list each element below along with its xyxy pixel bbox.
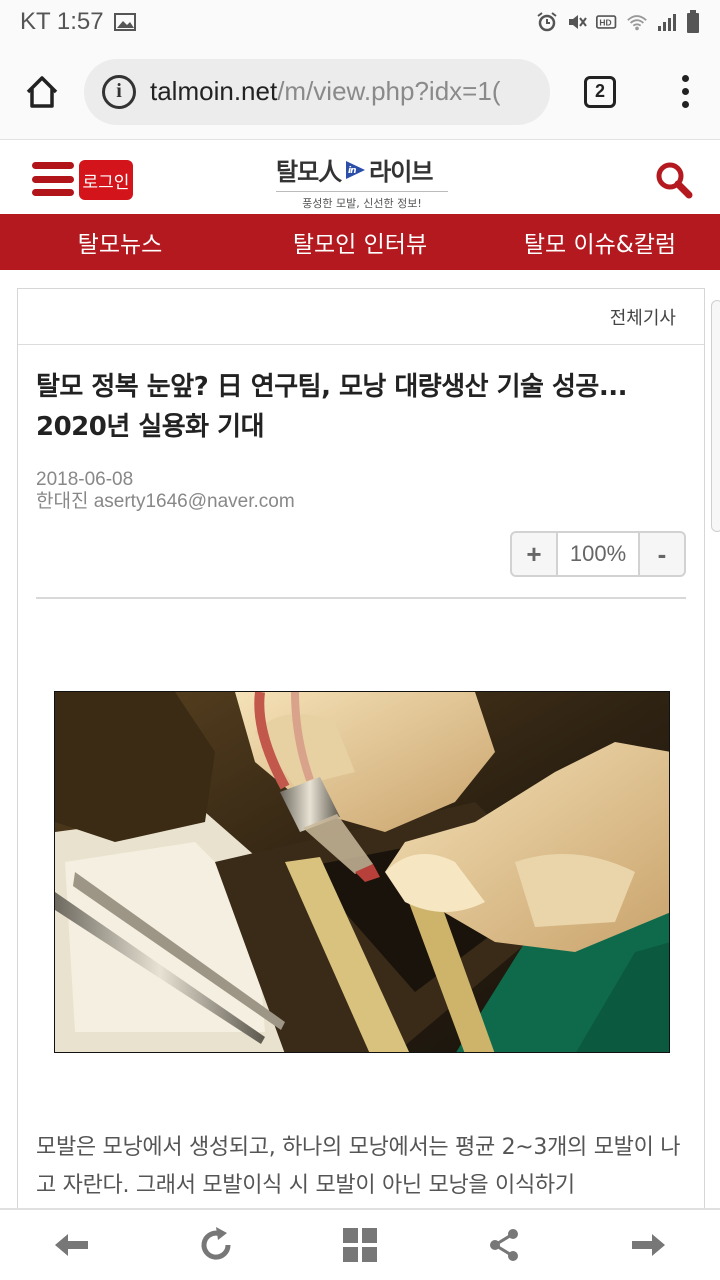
search-icon[interactable] <box>654 160 694 200</box>
address-bar[interactable]: i talmoin.net/m/view.php?idx=1( <box>84 58 550 125</box>
divider <box>36 597 686 599</box>
dot-icon <box>681 101 689 108</box>
tab-switcher-button[interactable]: 2 <box>550 44 650 140</box>
info-icon[interactable]: i <box>102 74 136 109</box>
share-icon <box>490 1229 518 1261</box>
carrier-time: KT 1:57 <box>20 8 104 35</box>
article-date: 2018-06-08 <box>36 469 134 490</box>
dot-icon <box>681 88 689 95</box>
bottom-toolbar <box>0 1208 720 1280</box>
article-title: 탈모 정복 눈앞? 日 연구팀, 모낭 대량생산 기술 성공... 2020년 … <box>36 372 628 442</box>
browser-toolbar: i talmoin.net/m/view.php?idx=1( 2 <box>0 44 720 140</box>
forward-button[interactable] <box>618 1215 678 1275</box>
alarm-icon <box>537 12 557 32</box>
refresh-button[interactable] <box>186 1215 246 1275</box>
svg-text:HD: HD <box>599 17 611 27</box>
arrow-right-icon <box>632 1234 665 1256</box>
home-icon <box>26 75 58 108</box>
card-header: 전체기사 <box>18 289 704 345</box>
article-body: 모발은 모낭에서 생성되고, 하나의 모낭에서는 평균 2~3개의 모발이 나고… <box>36 1135 681 1198</box>
logo-tagline: 풍성한 모발, 신선한 정보! <box>276 191 448 211</box>
image-icon <box>113 13 136 31</box>
main-nav: 탈모뉴스 탈모인 인터뷰 탈모 이슈&칼럼 <box>0 214 720 270</box>
nav-item-hairloss-news[interactable]: 탈모뉴스 <box>0 225 240 259</box>
article-meta: 2018-06-08 한대진 aserty1646@naver.com <box>36 469 295 513</box>
article-author: 한대진 aserty1646@naver.com <box>36 491 295 512</box>
article-card: 전체기사 탈모 정복 눈앞? 日 연구팀, 모낭 대량생산 기술 성공... 2… <box>17 288 705 1248</box>
scroll-handle[interactable] <box>711 300 720 532</box>
url-path: /m/view.php?idx=1( <box>277 76 501 106</box>
status-bar: KT 1:57 HD <box>0 0 720 44</box>
logo-left-text: 탈모人 <box>276 158 342 186</box>
nav-item-interview[interactable]: 탈모인 인터뷰 <box>240 225 480 259</box>
tab-count: 2 <box>584 75 616 108</box>
url-domain: talmoin.net <box>150 76 278 106</box>
zoom-in-button[interactable]: + <box>512 533 556 575</box>
home-button[interactable] <box>0 44 84 140</box>
zoom-value: 100% <box>556 533 640 575</box>
share-button[interactable] <box>474 1215 534 1275</box>
back-button[interactable] <box>42 1215 102 1275</box>
hair-transplant-photo <box>55 692 669 1052</box>
site-logo[interactable]: 탈모人 in 라이브 풍성한 모발, 신선한 정보! <box>276 152 448 211</box>
more-menu-button[interactable] <box>650 44 720 140</box>
mute-icon <box>569 15 587 29</box>
refresh-icon <box>201 1227 231 1260</box>
grid-menu-button[interactable] <box>330 1215 390 1275</box>
dot-icon <box>681 75 689 82</box>
article-photo <box>54 691 670 1053</box>
signal-icon <box>658 14 676 31</box>
logo-right-text: 라이브 <box>369 158 433 186</box>
hd-icon: HD <box>596 15 617 29</box>
screen: KT 1:57 HD i talmoin.net/m/view.php?idx=… <box>0 0 720 1280</box>
grid-icon <box>343 1228 377 1262</box>
arrow-left-icon <box>55 1234 88 1256</box>
hamburger-menu-icon[interactable] <box>32 162 74 196</box>
font-zoom-control: + 100% - <box>510 531 686 577</box>
all-articles-link[interactable]: 전체기사 <box>610 304 676 330</box>
logo-play-icon: in <box>346 160 366 179</box>
zoom-out-button[interactable]: - <box>640 533 684 575</box>
svg-text:in: in <box>348 166 356 176</box>
nav-item-issue-column[interactable]: 탈모 이슈&칼럼 <box>480 225 720 259</box>
wifi-icon <box>627 15 647 31</box>
login-button[interactable]: 로그인 <box>79 160 133 200</box>
url-text: talmoin.net/m/view.php?idx=1( <box>150 76 500 107</box>
battery-icon <box>687 10 699 33</box>
site-header: 로그인 탈모人 in 라이브 풍성한 모발, 신선한 정보! <box>0 140 720 214</box>
